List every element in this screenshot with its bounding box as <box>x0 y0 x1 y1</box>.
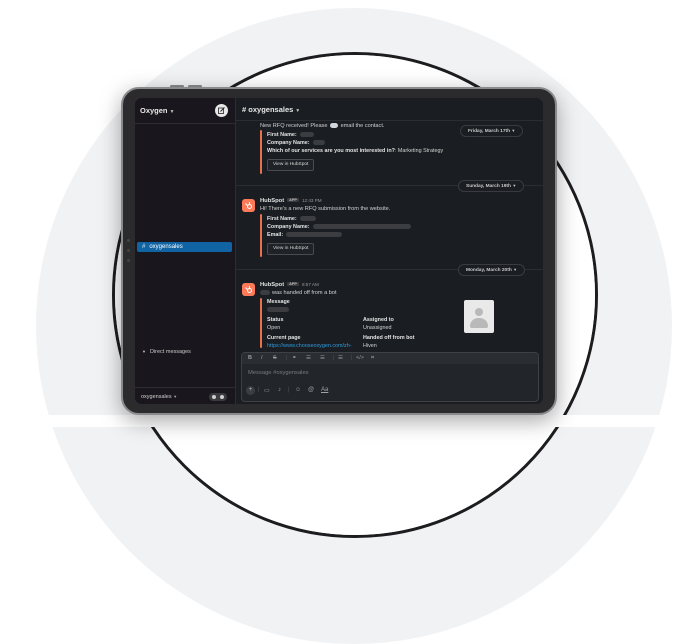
hubspot-logo-icon <box>245 202 252 209</box>
field-company: Company Name: <box>267 140 325 146</box>
footer-workspace[interactable]: oxygensales ▼ <box>141 394 177 400</box>
chevron-down-icon: ▼ <box>173 394 178 399</box>
view-in-hubspot-button[interactable]: View in HubSpot <box>267 243 315 255</box>
formatting-toolbar: B I S | ⚭ ☰ ☰ | ☰ | </> ⌗ <box>242 353 538 364</box>
bulleted-list-icon[interactable]: ☰ <box>320 355 325 361</box>
workspace-name: Oxygen <box>140 106 168 115</box>
attachment-accent-bar <box>260 298 262 348</box>
blockquote-icon[interactable]: ☰ <box>338 355 343 361</box>
direct-messages-label: Direct messages <box>149 349 191 355</box>
hubspot-avatar[interactable] <box>242 283 255 296</box>
hash-icon: # <box>142 244 146 250</box>
tablet-frame: Oxygen ▼ # oxygensales ▼ Direct messages ox… <box>121 87 557 415</box>
app-badge: APP <box>287 282 299 287</box>
direct-messages-section[interactable]: ▼ Direct messages <box>142 349 191 355</box>
toolbar-separator: | <box>333 355 335 361</box>
timestamp[interactable]: 12:43 PM <box>302 198 322 203</box>
channel-title[interactable]: # oxygensales ▼ <box>242 105 300 114</box>
chevron-down-icon: ▼ <box>513 267 518 272</box>
message-text: was handed off from a bot <box>260 290 337 296</box>
field-assigned-label: Assigned to <box>363 317 394 323</box>
bold-icon[interactable]: B <box>248 355 252 361</box>
huddle-toggle[interactable] <box>209 393 227 401</box>
message-composer: B I S | ⚭ ☰ ☰ | ☰ | </> ⌗ Message #oxyge… <box>241 352 539 402</box>
sender-name[interactable]: HubSpot <box>260 198 284 204</box>
field-message-label: Message <box>267 299 290 305</box>
chevron-down-icon: ▼ <box>169 109 175 115</box>
field-current-page-label: Current page <box>267 335 301 341</box>
channel-view: # oxygensales ▼ New RFQ received! Please … <box>236 98 543 404</box>
field-assigned-value: Unassigned <box>363 325 392 331</box>
caret-down-icon: ▼ <box>142 349 146 354</box>
message-input[interactable]: Message #oxygensales <box>248 370 309 376</box>
strikethrough-icon[interactable]: S <box>273 355 277 361</box>
camera-dot <box>127 259 130 262</box>
compose-button[interactable] <box>215 104 228 117</box>
toolbar-separator: | <box>351 355 353 361</box>
field-interest: Which of our services are you most inter… <box>267 148 444 154</box>
field-first-name: First Name: <box>267 132 314 138</box>
camera-dot <box>127 249 130 252</box>
toolbar-separator: | <box>286 355 288 361</box>
toggle-dot-icon <box>212 395 216 399</box>
sidebar: Oxygen ▼ # oxygensales ▼ Direct messages ox… <box>135 98 236 404</box>
field-status-label: Status <box>267 317 284 323</box>
timestamp[interactable]: 8:57 AM <box>302 282 319 287</box>
toolbar-separator: | <box>258 387 260 393</box>
chevron-down-icon: ▼ <box>511 128 516 133</box>
attachment-accent-bar <box>260 214 262 257</box>
link-icon[interactable]: ⚭ <box>292 355 297 361</box>
headphones-icon <box>220 395 224 399</box>
chevron-down-icon: ▼ <box>295 108 301 114</box>
plus-icon[interactable]: + <box>246 386 255 395</box>
current-page-link[interactable]: https://www.chooseoxygen.com/zh- <box>267 343 352 349</box>
code-block-icon[interactable]: ⌗ <box>371 355 374 362</box>
date-divider[interactable]: Sunday, March 19th ▼ <box>458 180 525 192</box>
app-badge: APP <box>287 198 299 203</box>
field-company: Company Name: <box>267 224 411 230</box>
camera-dot <box>127 239 130 242</box>
text-format-icon[interactable]: Aa <box>321 387 328 393</box>
video-icon[interactable]: ▭ <box>264 387 270 394</box>
hubspot-logo-icon <box>245 286 252 293</box>
field-handed-off-value: Hiven <box>363 343 377 349</box>
italic-icon[interactable]: I <box>261 355 263 361</box>
workspace-switcher[interactable]: Oxygen ▼ <box>140 106 174 115</box>
user-avatar-placeholder <box>464 300 494 333</box>
person-head-icon <box>475 308 483 316</box>
floor <box>0 415 700 427</box>
toolbar-separator: | <box>288 387 290 393</box>
emoji-icon[interactable]: ☺ <box>295 387 301 393</box>
date-divider[interactable]: Friday, March 17th ▼ <box>460 125 524 137</box>
chevron-down-icon: ▼ <box>512 183 517 188</box>
view-in-hubspot-button[interactable]: View in HubSpot <box>267 159 315 171</box>
field-status-value: Open <box>267 325 281 331</box>
sender-name[interactable]: HubSpot <box>260 282 284 288</box>
attachment-accent-bar <box>260 130 262 174</box>
sidebar-item-oxygensales[interactable]: # oxygensales <box>137 242 232 252</box>
code-icon[interactable]: </> <box>356 355 364 361</box>
field-handed-off-label: Handed off from bot <box>363 335 415 341</box>
message-text: Hi! There's a new RFQ submission from th… <box>260 206 391 212</box>
ordered-list-icon[interactable]: ☰ <box>306 355 311 361</box>
hubspot-avatar[interactable] <box>242 199 255 212</box>
compose-icon <box>218 107 225 114</box>
field-email: Email: <box>267 232 343 238</box>
app-screen: Oxygen ▼ # oxygensales ▼ Direct messages ox… <box>135 98 543 404</box>
sidebar-footer: oxygensales ▼ <box>135 387 235 404</box>
channel-label: oxygensales <box>149 244 183 250</box>
message-header: HubSpot APP 8:57 AM <box>260 282 319 288</box>
mention-icon[interactable]: @ <box>308 387 314 393</box>
date-divider[interactable]: Monday, March 20th ▼ <box>458 264 526 276</box>
microphone-icon[interactable]: ♪ <box>278 387 281 393</box>
field-message-value <box>267 307 289 313</box>
message-text: New RFQ received! Please email the conta… <box>260 123 385 129</box>
message-header: HubSpot APP 12:43 PM <box>260 198 322 204</box>
sidebar-divider <box>135 123 235 124</box>
channel-header: # oxygensales ▼ <box>236 98 543 121</box>
field-first-name: First Name: <box>267 216 316 222</box>
person-body-icon <box>470 318 488 328</box>
email-emoji-icon <box>330 123 339 129</box>
